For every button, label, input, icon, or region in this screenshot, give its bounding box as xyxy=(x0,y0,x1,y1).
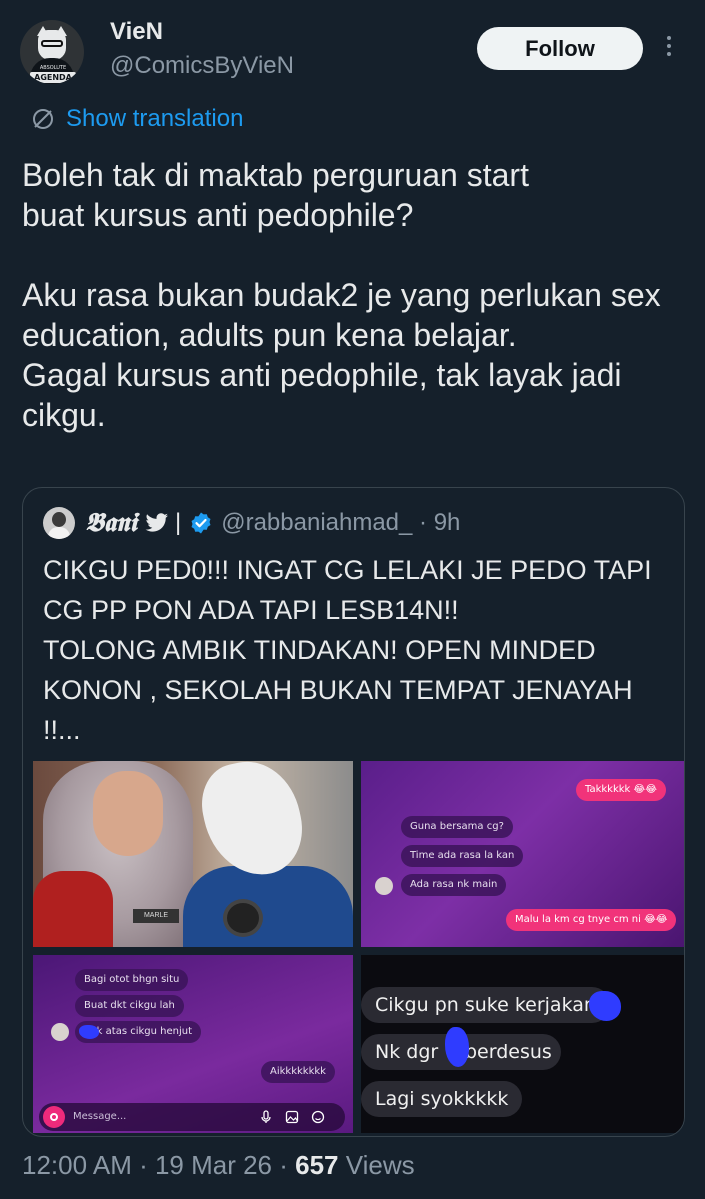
chat3-line-1-b: berdesus xyxy=(465,1041,552,1063)
show-translation-link[interactable]: Show translation xyxy=(30,103,243,135)
quoted-author-handle[interactable]: @rabbaniahmad_ · 9h xyxy=(221,509,460,537)
avatar-text: AGENDA xyxy=(30,72,76,83)
media-photo[interactable]: MARLE xyxy=(33,761,353,947)
chat1-in-0: Guna bersama cg? xyxy=(401,816,513,838)
watch xyxy=(223,899,263,937)
chat2-out: Aikkkkkkkk xyxy=(261,1061,335,1083)
tweet-meta: 12:00 AM · 19 Mar 26 · 657 Views xyxy=(22,1150,415,1181)
censor-blob xyxy=(589,991,621,1021)
views-count[interactable]: 657 xyxy=(295,1150,338,1180)
censor-blob xyxy=(79,1025,99,1039)
quoted-author-avatar[interactable] xyxy=(43,507,75,539)
quoted-tweet-text: CIKGU PED0!!! INGAT CG LELAKI JE PEDO TA… xyxy=(43,555,652,745)
tweet-text: Boleh tak di maktab perguruan start buat… xyxy=(22,157,661,433)
message-input-placeholder[interactable]: Message... xyxy=(73,1103,126,1131)
author-name[interactable]: VieN xyxy=(110,18,163,46)
quoted-separator: | xyxy=(174,509,182,536)
chat1-out-top: Takkkkkk 😂😂 xyxy=(576,779,666,801)
image-icon[interactable] xyxy=(285,1110,299,1124)
censor-blob xyxy=(445,1027,469,1067)
chat1-in-2: Ada rasa nk main xyxy=(401,874,507,896)
media-chat-screenshot-3[interactable]: Cikgu pn suke kerjakan Nk dgr berdesus L… xyxy=(361,955,684,1133)
quoted-author-name[interactable]: 𝕭𝖆𝖓𝖎 xyxy=(85,508,137,539)
avatar-text-top: ABSOLUTE xyxy=(39,65,67,71)
more-vertical-icon[interactable] xyxy=(664,33,674,63)
chat3-line-1-a: Nk dgr xyxy=(375,1041,439,1063)
bird-icon xyxy=(145,513,168,532)
chat2-avatar xyxy=(51,1023,69,1041)
chat1-out: Malu la km cg tnye cm ni 😂😂 xyxy=(506,909,677,931)
author-handle[interactable]: @ComicsByVieN xyxy=(110,52,294,80)
quoted-tweet-header: 𝕭𝖆𝖓𝖎 | @rabbaniahmad_ · 9h xyxy=(43,506,460,540)
tweet-timestamp[interactable]: 12:00 AM · 19 Mar 26 · xyxy=(22,1150,295,1180)
quoted-media-grid[interactable]: MARLE Takkkkkk 😂😂 Guna bersama cg? Time … xyxy=(33,761,684,1133)
chat1-in-1: Time ada rasa la kan xyxy=(401,845,524,867)
chat2-in-1: Buat dkt cikgu lah xyxy=(75,995,184,1017)
chat1-avatar xyxy=(375,877,393,895)
message-bar[interactable]: Message... xyxy=(39,1103,345,1131)
chat2-in-0: Bagi otot bhgn situ xyxy=(75,969,189,991)
microphone-icon[interactable] xyxy=(259,1110,273,1124)
chat3-line-3: Lagi syokkkkk xyxy=(361,1081,523,1117)
sticker-icon[interactable] xyxy=(311,1110,325,1124)
media-chat-screenshot-1[interactable]: Takkkkkk 😂😂 Guna bersama cg? Time ada ra… xyxy=(361,761,684,947)
photo-nametag: MARLE xyxy=(133,909,179,923)
show-translation-label: Show translation xyxy=(66,105,244,132)
author-avatar[interactable]: ABSOLUTE AGENDA xyxy=(20,20,84,84)
verified-badge-icon xyxy=(191,512,211,534)
camera-icon[interactable] xyxy=(43,1106,65,1128)
translate-icon xyxy=(33,109,53,129)
chat3-line-0: Cikgu pn suke kerjakan xyxy=(361,987,610,1023)
quoted-tweet[interactable]: 𝕭𝖆𝖓𝖎 | @rabbaniahmad_ · 9h CIKGU PED0!!!… xyxy=(22,487,685,1137)
views-label: Views xyxy=(338,1150,415,1180)
follow-button[interactable]: Follow xyxy=(477,27,643,70)
media-chat-screenshot-2[interactable]: Bagi otot bhgn situ Buat dkt cikgu lah d… xyxy=(33,955,353,1133)
